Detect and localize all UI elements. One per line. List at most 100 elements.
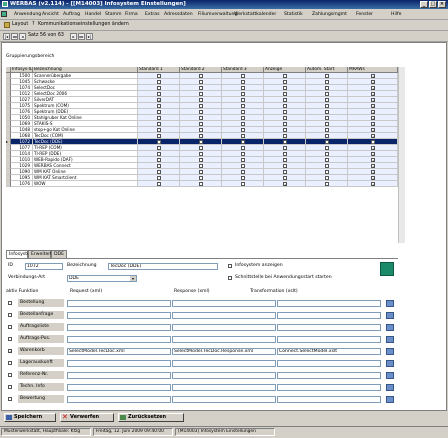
- menu-item-3[interactable]: Handel: [85, 11, 101, 18]
- layout-label[interactable]: Layout: [12, 21, 28, 29]
- menu-item-7[interactable]: Adressdaten: [164, 11, 193, 18]
- function-trans-field[interactable]: [277, 336, 381, 343]
- prev-record-icon[interactable]: ◂: [19, 33, 26, 40]
- checked-checkbox[interactable]: ✓: [371, 98, 375, 102]
- checkbox[interactable]: [325, 140, 329, 144]
- function-req-field[interactable]: [67, 300, 171, 307]
- checked-checkbox[interactable]: ✓: [371, 122, 375, 126]
- checkbox[interactable]: [157, 74, 161, 78]
- checkbox[interactable]: [283, 98, 287, 102]
- checkbox[interactable]: [325, 164, 329, 168]
- function-edit-icon[interactable]: [386, 300, 394, 307]
- function-active-checkbox[interactable]: [8, 361, 12, 365]
- function-active-checkbox-checked[interactable]: ✓: [8, 349, 12, 354]
- autostart-checkbox[interactable]: [228, 276, 232, 280]
- checkbox[interactable]: [283, 146, 287, 150]
- bezeichnung-field[interactable]: TecDoc (DDE): [108, 263, 218, 270]
- grid-scrollbar[interactable]: [398, 67, 405, 243]
- last-record-icon[interactable]: ▸|: [86, 33, 93, 40]
- checked-checkbox[interactable]: ✓: [371, 92, 375, 96]
- checkbox[interactable]: [199, 182, 203, 186]
- checked-checkbox[interactable]: ✓: [371, 146, 375, 150]
- checkbox[interactable]: [199, 152, 203, 156]
- checkbox[interactable]: [241, 134, 245, 138]
- function-resp-field[interactable]: [172, 312, 276, 319]
- checkbox[interactable]: [157, 158, 161, 162]
- function-req-field[interactable]: [67, 384, 171, 391]
- tab-0[interactable]: Infosystem: [6, 250, 34, 258]
- function-trans-field[interactable]: [277, 396, 381, 403]
- checkbox[interactable]: [241, 170, 245, 174]
- function-trans-field[interactable]: [277, 300, 381, 307]
- checkbox[interactable]: [157, 134, 161, 138]
- checked-checkbox[interactable]: ✓: [157, 98, 161, 102]
- checkbox[interactable]: [283, 92, 287, 96]
- checked-checkbox[interactable]: ✓: [283, 182, 287, 186]
- checkbox[interactable]: [241, 140, 245, 144]
- checkbox[interactable]: [283, 74, 287, 78]
- checkbox[interactable]: [241, 128, 245, 132]
- tab-1[interactable]: Erweitert: [28, 250, 52, 258]
- checkbox[interactable]: [325, 170, 329, 174]
- menu-item-6[interactable]: Extras: [145, 11, 160, 18]
- checkbox[interactable]: [199, 140, 203, 144]
- function-trans-field[interactable]: [277, 312, 381, 319]
- function-edit-icon[interactable]: [386, 324, 394, 331]
- checkbox[interactable]: [283, 158, 287, 162]
- checkbox[interactable]: [199, 116, 203, 120]
- menu-item-9[interactable]: Werkstattkalender: [234, 11, 276, 18]
- menu-item-11[interactable]: Zahlungsmgmt: [312, 11, 347, 18]
- function-resp-field[interactable]: [172, 396, 276, 403]
- infosystem-grid[interactable]: Infosys-ID Bezeichnung Standard 1 Standard …: [6, 67, 398, 243]
- function-trans-field[interactable]: Connect.SelectModel.xslt: [277, 348, 381, 355]
- menu-item-2[interactable]: Auftrag: [63, 11, 80, 18]
- function-resp-field[interactable]: [172, 384, 276, 391]
- menu-item-0[interactable]: Anwendung: [14, 11, 41, 18]
- checkbox[interactable]: [157, 92, 161, 96]
- checkbox[interactable]: [283, 176, 287, 180]
- checkbox[interactable]: [199, 74, 203, 78]
- checkbox[interactable]: [325, 152, 329, 156]
- checkbox[interactable]: [157, 128, 161, 132]
- save-button[interactable]: Speichern: [4, 413, 56, 422]
- checked-checkbox[interactable]: ✓: [371, 74, 375, 78]
- checkbox[interactable]: [199, 164, 203, 168]
- checkbox[interactable]: [199, 104, 203, 108]
- checkbox[interactable]: [325, 74, 329, 78]
- checkbox[interactable]: [157, 80, 161, 84]
- function-resp-field[interactable]: [172, 336, 276, 343]
- function-edit-icon[interactable]: [386, 396, 394, 403]
- function-resp-field[interactable]: [172, 324, 276, 331]
- tab-2[interactable]: DDE: [51, 250, 67, 258]
- checkbox[interactable]: [157, 176, 161, 180]
- function-req-field[interactable]: [67, 360, 171, 367]
- next-record-icon[interactable]: ▸: [70, 33, 77, 40]
- checkbox[interactable]: [283, 134, 287, 138]
- function-req-field[interactable]: [67, 372, 171, 379]
- function-trans-field[interactable]: [277, 324, 381, 331]
- first-record-icon[interactable]: |◂: [3, 33, 10, 40]
- function-trans-field[interactable]: [277, 360, 381, 367]
- checkbox[interactable]: [325, 92, 329, 96]
- checkbox[interactable]: [283, 170, 287, 174]
- checkbox[interactable]: [199, 128, 203, 132]
- checked-checkbox[interactable]: ✓: [371, 104, 375, 108]
- function-trans-field[interactable]: [277, 372, 381, 379]
- checkbox[interactable]: [325, 146, 329, 150]
- function-active-checkbox[interactable]: [8, 325, 12, 329]
- checkbox[interactable]: [325, 104, 329, 108]
- checkbox[interactable]: [241, 152, 245, 156]
- function-edit-icon[interactable]: [386, 336, 394, 343]
- checkbox[interactable]: [157, 104, 161, 108]
- checkbox[interactable]: [325, 128, 329, 132]
- function-active-checkbox[interactable]: [8, 373, 12, 377]
- checked-checkbox[interactable]: ✓: [371, 140, 375, 144]
- function-req-field[interactable]: [67, 324, 171, 331]
- checkbox[interactable]: [157, 116, 161, 120]
- checkbox[interactable]: [283, 128, 287, 132]
- function-resp-field[interactable]: [172, 300, 276, 307]
- checkbox[interactable]: [241, 92, 245, 96]
- reset-button[interactable]: Zurücksetzen: [118, 413, 184, 422]
- menu-item-13[interactable]: Hilfe: [391, 11, 401, 18]
- checkbox[interactable]: [241, 158, 245, 162]
